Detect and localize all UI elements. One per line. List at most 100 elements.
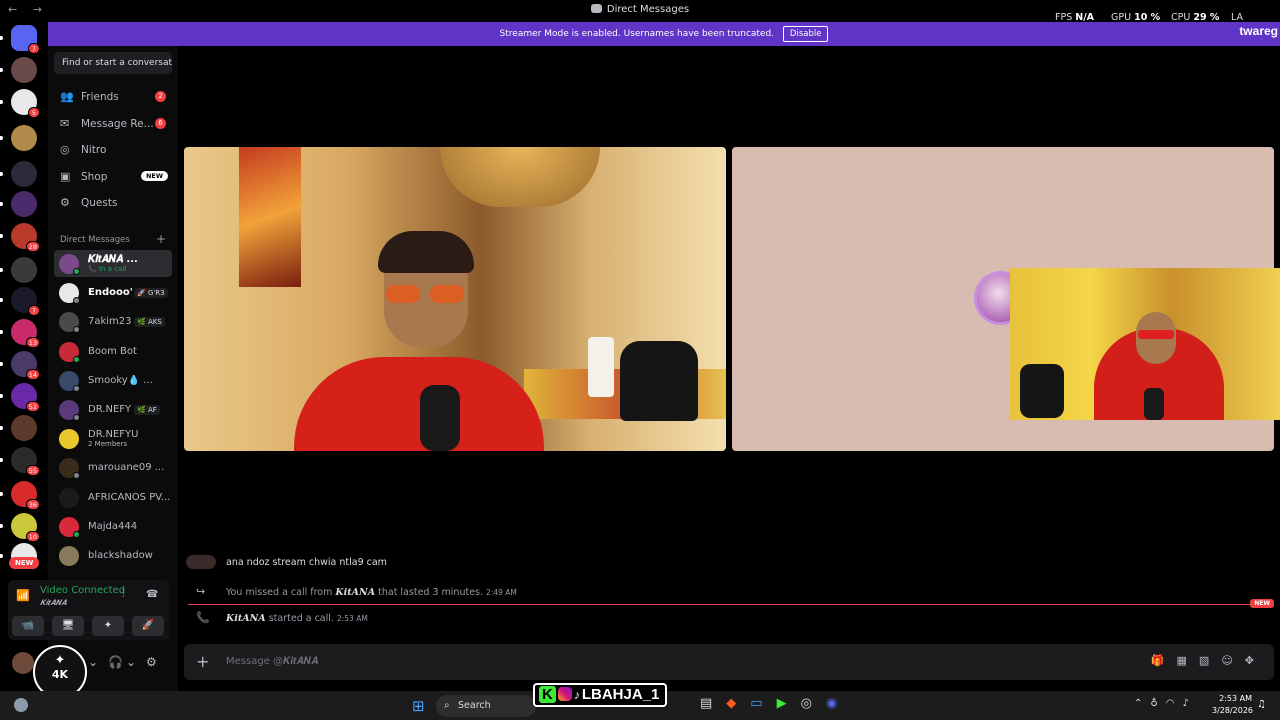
unread-pill [0, 172, 3, 176]
server-icon[interactable]: 10 [11, 513, 40, 542]
pinned-app-icon[interactable]: ▭ [750, 696, 776, 711]
social-handle: LBAHJA_1 [581, 686, 660, 703]
server-icon[interactable]: 36 [11, 481, 40, 510]
noise-suppression-icon[interactable]: ⫶ [122, 589, 125, 600]
mention-badge: 36 [25, 499, 40, 510]
server-icon[interactable] [11, 57, 37, 83]
dm-item[interactable]: Endooo' 🚀 G'R3 [54, 279, 172, 306]
dm-item[interactable]: AFRICANOS PV... [54, 484, 172, 511]
social-handle-overlay: K ♪ LBAHJA_1 [533, 683, 668, 707]
wifi-icon[interactable]: ◠ [1166, 698, 1183, 709]
attach-plus-icon[interactable]: + [196, 652, 209, 671]
server-icon[interactable] [11, 257, 37, 283]
gift-icon[interactable]: 🎁 [1151, 654, 1177, 667]
server-icon[interactable] [11, 191, 37, 217]
create-dm-button[interactable]: + [156, 232, 166, 246]
tray-overflow-icon[interactable]: ⌃ [1134, 698, 1150, 709]
composer-tools: 🎁▦▧☺✥ [1151, 654, 1266, 667]
widgets-icon[interactable] [14, 698, 28, 712]
server-icon[interactable] [11, 125, 37, 151]
nav-label: Shop [81, 171, 108, 183]
deafen-chevron-icon[interactable]: ⌄ [126, 655, 136, 669]
video-tile-remote[interactable] [184, 147, 726, 451]
emoji-icon[interactable]: ☺ [1221, 654, 1244, 667]
apps-icon[interactable]: ✥ [1245, 654, 1266, 667]
microphone-icon[interactable]: ♁ [1150, 698, 1165, 709]
nav-friends[interactable]: 👥 Friends 2 [54, 85, 172, 109]
sticker-icon[interactable]: ▧ [1199, 654, 1221, 667]
server-icon[interactable]: 7 [11, 287, 40, 316]
instagram-icon [557, 687, 572, 701]
notification-icon[interactable]: ♫ [1257, 699, 1266, 710]
server-icon[interactable]: 52 [11, 383, 40, 412]
screen-share-button[interactable]: 🖥 [52, 616, 84, 636]
sender-avatar[interactable] [186, 555, 216, 569]
nav-icon: ▣ [60, 170, 71, 183]
server-icon[interactable]: 14 [11, 351, 40, 380]
unread-pill [0, 394, 3, 398]
start-button-icon[interactable]: ⊞ [412, 697, 425, 715]
dm-item[interactable]: DR.NEFYU🌿 AF [54, 396, 172, 423]
server-icon[interactable]: 7 [11, 25, 40, 54]
gif-icon[interactable]: ▦ [1177, 654, 1199, 667]
missed-call-message: You missed a call from 𝑲𝒊𝒕𝑨𝑵𝑨 that laste… [226, 587, 517, 598]
volume-icon[interactable]: ♪ [1182, 698, 1196, 709]
status-indicator [73, 326, 80, 334]
message-composer[interactable]: + Message @𝑲𝒊𝒕𝑨𝑵𝑨 🎁▦▧☺✥ [184, 644, 1274, 680]
soundboard-button[interactable]: 🚀 [132, 616, 164, 636]
nav-quests[interactable]: ⚙ Quests [54, 191, 172, 215]
picture-in-picture-video[interactable] [1010, 268, 1280, 420]
tiktok-icon: ♪ [573, 688, 580, 702]
discord-icon[interactable]: ◉ [826, 696, 851, 711]
camera-button[interactable]: 📹 [12, 616, 44, 636]
nav-nitro[interactable]: ◎ Nitro [54, 138, 172, 162]
server-icon[interactable] [11, 415, 37, 441]
message-input[interactable]: Message @𝑲𝒊𝒕𝑨𝑵𝑨 [226, 656, 318, 667]
settings-gear-icon[interactable]: ⚙ [146, 655, 157, 669]
nav-message-requests[interactable]: ✉ Message Re... 6 [54, 112, 172, 136]
mute-chevron-icon[interactable]: ⌄ [88, 655, 98, 669]
unread-pill [0, 36, 3, 40]
server-icon[interactable]: 13 [11, 319, 40, 348]
dm-avatar [59, 487, 79, 508]
dm-name: 7akim23 [88, 316, 132, 328]
voice-status[interactable]: Video Connected [40, 585, 125, 596]
pinned-app-icon[interactable]: ▶ [777, 696, 801, 711]
nav-shop[interactable]: ▣ Shop NEW [54, 165, 172, 189]
headphones-icon[interactable]: 🎧 [108, 655, 123, 669]
clock[interactable]: 2:53 AM 3/28/2026 [1212, 693, 1253, 717]
server-icon[interactable]: 28 [11, 223, 40, 252]
activities-button[interactable]: ✦ [92, 616, 124, 636]
dm-item[interactable]: Smooky💧 ... [54, 367, 172, 394]
dm-item[interactable]: blackshadow [54, 542, 172, 569]
user-avatar[interactable] [12, 652, 34, 674]
clan-tag: 🌿 AKS [134, 317, 165, 328]
dm-subtext: 📞 In a call [88, 265, 127, 273]
voice-channel-name[interactable]: 𝑲𝒊𝒕𝑨𝑵𝑨 [40, 598, 66, 608]
pinned-app-icon[interactable]: ▤ [700, 696, 726, 711]
banner-text: Streamer Mode is enabled. Usernames have… [499, 29, 775, 39]
steam-icon[interactable]: ◎ [801, 696, 826, 711]
eagle-icon: ✦ [54, 653, 66, 668]
status-indicator [73, 297, 80, 305]
brand-watermark: twareg [1239, 24, 1278, 38]
server-icon[interactable]: 55 [11, 447, 40, 476]
dm-item[interactable]: marouane09 ... [54, 454, 172, 481]
new-servers-badge[interactable]: NEW [9, 557, 40, 569]
find-conversation-button[interactable]: Find or start a conversation [54, 52, 172, 74]
disconnect-icon[interactable]: ☎ [146, 589, 158, 600]
dm-item[interactable]: 7akim23 🌿 AKS [54, 308, 172, 335]
taskbar-search-label: Search [458, 700, 491, 711]
dm-item[interactable]: DR.NEFYU 2 Members [54, 425, 172, 452]
unread-pill [0, 298, 3, 302]
dm-name: Majda444 [88, 520, 138, 532]
dm-item[interactable]: Majda444 [54, 513, 172, 540]
dm-name: blackshadow [88, 550, 153, 561]
taskbar-search[interactable]: ⌕ Search [436, 695, 536, 717]
brave-icon[interactable]: ◆ [726, 696, 750, 711]
server-icon[interactable]: 5 [11, 89, 40, 118]
dm-item[interactable]: Boom Bot [54, 338, 172, 365]
dm-item[interactable]: 𝑲𝒊𝒕𝑨𝑵𝑨 ... 📞 In a call [54, 250, 172, 277]
server-icon[interactable] [11, 161, 37, 187]
disable-streamer-button[interactable]: Disable [782, 26, 829, 42]
